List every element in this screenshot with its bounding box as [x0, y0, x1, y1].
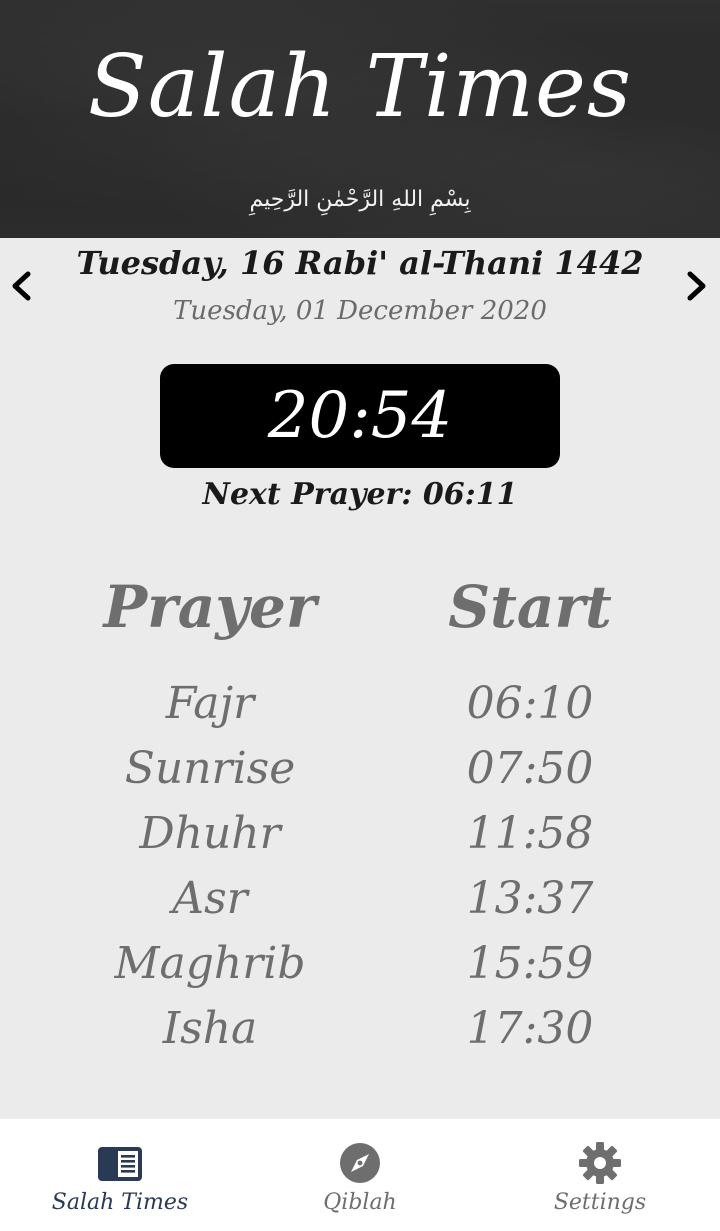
tab-label: Settings	[553, 1190, 647, 1215]
next-day-button[interactable]	[674, 262, 720, 310]
prayer-time: 15:59	[466, 938, 594, 989]
prayer-row-isha: Isha 17:30	[0, 996, 720, 1061]
gregorian-date: Tuesday, 01 December 2020	[173, 296, 547, 326]
column-header-start: Start	[448, 573, 612, 641]
prayer-time: 13:37	[466, 873, 594, 924]
prayer-name: Isha	[162, 1003, 258, 1054]
prayer-time: 06:10	[466, 678, 594, 729]
tab-settings[interactable]: Settings	[480, 1119, 720, 1231]
next-prayer: Next Prayer: 06:11	[202, 477, 518, 512]
prayer-row-sunrise: Sunrise 07:50	[0, 736, 720, 801]
compass-icon	[340, 1143, 380, 1183]
prayer-row-fajr: Fajr 06:10	[0, 671, 720, 736]
prayer-row-maghrib: Maghrib 15:59	[0, 931, 720, 996]
tab-label: Salah Times	[51, 1190, 189, 1215]
previous-day-button[interactable]	[0, 262, 46, 310]
chevron-right-icon	[687, 271, 706, 301]
prayer-name: Dhuhr	[139, 808, 281, 859]
prayer-time: 17:30	[466, 1003, 594, 1054]
app-title: Salah Times	[87, 37, 633, 137]
prayer-time: 11:58	[466, 808, 594, 859]
prayer-row-dhuhr: Dhuhr 11:58	[0, 801, 720, 866]
tab-qiblah[interactable]: Qiblah	[240, 1119, 480, 1231]
current-time-box: 20:54	[160, 364, 560, 468]
current-time: 20:54	[267, 379, 453, 453]
tab-label: Qiblah	[323, 1190, 397, 1215]
prayer-time: 07:50	[466, 743, 594, 794]
chevron-left-icon	[12, 271, 31, 301]
prayer-name: Sunrise	[124, 743, 296, 794]
hijri-date: Tuesday, 16 Rabi' al-Thani 1442	[76, 244, 644, 282]
prayer-name: Asr	[172, 873, 248, 924]
prayer-row-asr: Asr 13:37	[0, 866, 720, 931]
tab-salah-times[interactable]: Salah Times	[0, 1119, 240, 1231]
prayer-name: Fajr	[165, 678, 255, 729]
book-list-icon	[98, 1147, 142, 1181]
bismillah: بِسْمِ اللهِ الرَّحْمٰنِ الرَّحِيمِ	[249, 187, 471, 212]
gear-icon	[579, 1142, 621, 1184]
bottom-navigation: Salah Times Qiblah Settings	[0, 1119, 720, 1231]
column-header-prayer: Prayer	[103, 573, 317, 641]
prayer-name: Maghrib	[114, 938, 306, 989]
header: Salah Times بِسْمِ اللهِ الرَّحْمٰنِ الر…	[0, 0, 720, 238]
